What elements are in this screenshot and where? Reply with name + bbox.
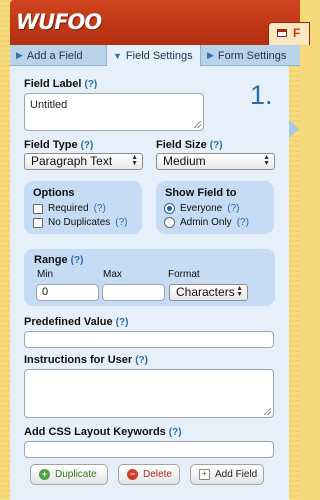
show-field-to-title: Show Field to	[165, 187, 237, 199]
selected-field-pointer	[289, 120, 299, 138]
help-link[interactable]: (?)	[210, 140, 223, 151]
range-format-value: Characters	[176, 285, 235, 299]
field-type-value: Paragraph Text	[31, 154, 113, 168]
admin-only-option[interactable]: Admin Only (?)	[164, 217, 249, 228]
options-title: Options	[33, 187, 75, 199]
select-arrows-icon: ▲ ▼	[131, 154, 138, 167]
duplicate-label: Duplicate	[55, 469, 97, 480]
no-duplicates-option[interactable]: No Duplicates (?)	[33, 217, 128, 228]
instructions-text: Instructions for User	[24, 354, 133, 366]
help-link[interactable]: (?)	[94, 203, 106, 214]
field-type-heading: Field Type (?)	[24, 139, 93, 151]
field-size-text: Field Size	[156, 139, 207, 151]
predefined-value-heading: Predefined Value (?)	[24, 316, 128, 328]
range-max-label: Max	[103, 269, 122, 280]
range-title: Range	[34, 254, 68, 266]
css-keywords-heading: Add CSS Layout Keywords (?)	[24, 426, 182, 438]
form-builder-tab[interactable]: F	[268, 22, 310, 45]
required-option[interactable]: Required (?)	[33, 203, 106, 214]
help-link[interactable]: (?)	[227, 203, 239, 214]
add-field-button[interactable]: + Add Field	[190, 464, 264, 485]
predefined-value-input[interactable]	[24, 331, 274, 348]
range-format-select[interactable]: Characters ▲ ▼	[169, 284, 248, 301]
field-label-input[interactable]: Untitled	[24, 93, 204, 131]
chevron-down-icon: ▼	[113, 51, 122, 61]
field-label-text: Field Label	[24, 78, 82, 90]
field-type-text: Field Type	[24, 139, 78, 151]
instructions-heading: Instructions for User (?)	[24, 354, 148, 366]
tab-label: Form Settings	[217, 49, 287, 62]
predefined-value-text: Predefined Value	[24, 316, 113, 328]
range-min-label: Min	[37, 269, 54, 280]
chevron-right-icon: ▶	[207, 50, 214, 60]
field-size-heading: Field Size (?)	[156, 139, 223, 151]
wufoo-logo[interactable]: WUFOO	[16, 10, 102, 34]
add-document-icon: +	[199, 469, 210, 480]
everyone-label: Everyone	[180, 203, 223, 214]
range-heading: Range (?)	[34, 254, 83, 266]
no-duplicates-label: No Duplicates	[48, 217, 111, 228]
delete-button[interactable]: − Delete	[118, 464, 180, 485]
add-field-label: Add Field	[215, 469, 258, 480]
tab-label: Field Settings	[125, 50, 193, 62]
everyone-option[interactable]: Everyone (?)	[164, 203, 239, 214]
help-link[interactable]: (?)	[71, 255, 84, 266]
required-label: Required	[48, 203, 89, 214]
form-icon	[277, 29, 287, 37]
admin-only-label: Admin Only	[180, 217, 232, 228]
resize-handle-icon[interactable]	[264, 408, 271, 415]
form-builder-tab-label: F	[293, 26, 301, 40]
help-link[interactable]: (?)	[81, 140, 94, 151]
resize-handle-icon[interactable]	[194, 121, 201, 128]
help-link[interactable]: (?)	[237, 217, 249, 228]
tab-form-settings[interactable]: ▶ Form Settings	[201, 45, 300, 66]
everyone-radio[interactable]	[164, 203, 175, 214]
help-link[interactable]: (?)	[84, 79, 97, 90]
delete-label: Delete	[143, 469, 172, 480]
help-link[interactable]: (?)	[169, 427, 182, 438]
field-number: 1.	[250, 80, 273, 110]
chevron-right-icon: ▶	[16, 50, 23, 60]
range-min-input[interactable]: 0	[36, 284, 99, 301]
help-link[interactable]: (?)	[135, 355, 148, 366]
plus-icon: +	[39, 469, 50, 480]
builder-tabs: ▶ Add a Field ▼ Field Settings ▶ Form Se…	[10, 45, 300, 67]
css-keywords-input[interactable]	[24, 441, 274, 458]
instructions-input[interactable]	[24, 369, 274, 418]
help-link[interactable]: (?)	[116, 317, 129, 328]
app-header: WUFOO F	[10, 0, 310, 45]
field-size-value: Medium	[163, 154, 206, 168]
range-format-label: Format	[168, 269, 200, 280]
admin-only-radio[interactable]	[164, 217, 175, 228]
no-duplicates-checkbox[interactable]	[33, 217, 43, 228]
duplicate-button[interactable]: + Duplicate	[30, 464, 108, 485]
help-link[interactable]: (?)	[115, 217, 127, 228]
css-keywords-text: Add CSS Layout Keywords	[24, 426, 166, 438]
required-checkbox[interactable]	[33, 203, 43, 214]
field-label-heading: Field Label (?)	[24, 78, 97, 90]
field-type-select[interactable]: Paragraph Text ▲ ▼	[24, 153, 143, 170]
select-arrows-icon: ▲ ▼	[263, 154, 270, 167]
tab-add-a-field[interactable]: ▶ Add a Field	[10, 45, 106, 66]
range-max-input[interactable]	[102, 284, 165, 301]
tab-label: Add a Field	[26, 49, 83, 62]
select-arrows-icon: ▲ ▼	[236, 285, 243, 298]
field-label-value: Untitled	[30, 99, 68, 111]
minus-icon: −	[127, 469, 138, 480]
field-size-select[interactable]: Medium ▲ ▼	[156, 153, 275, 170]
tab-field-settings[interactable]: ▼ Field Settings	[106, 45, 201, 67]
